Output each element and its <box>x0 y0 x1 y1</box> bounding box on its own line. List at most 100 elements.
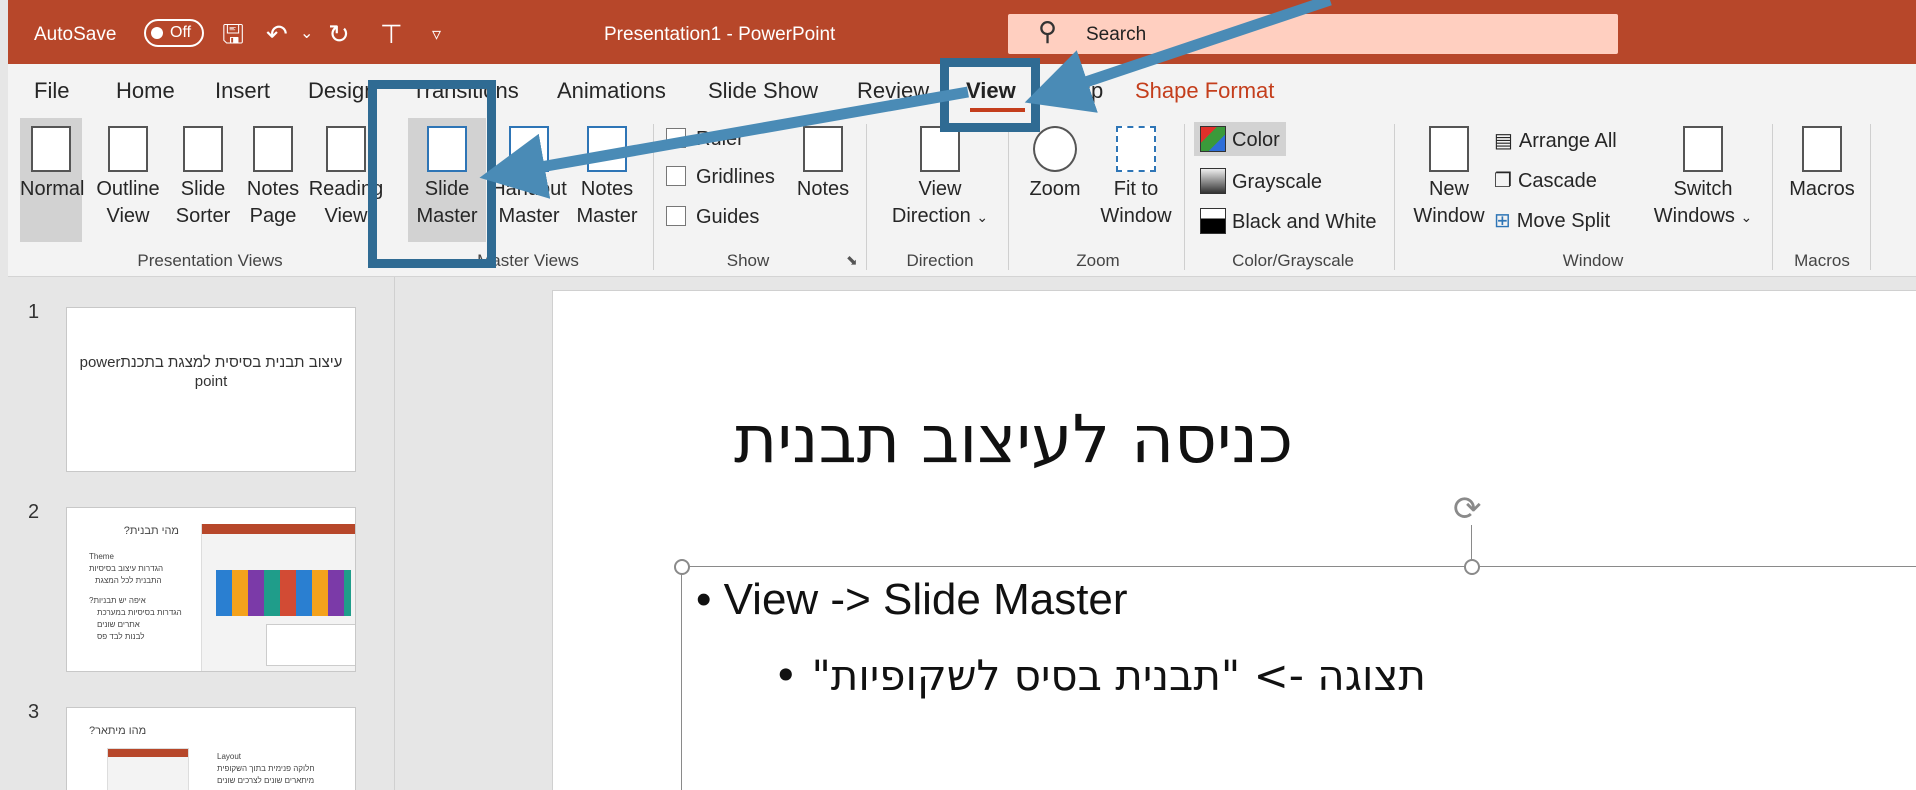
thumbnail-titlebar <box>108 749 188 757</box>
slide-sorter-label: Slide <box>180 178 226 200</box>
ribbon-separator <box>1772 124 1773 270</box>
customize-toolbar-icon[interactable]: ▿ <box>432 18 441 50</box>
ruler-label: Ruler <box>696 128 744 150</box>
thumbnail-theme-gallery <box>216 570 351 616</box>
thumbnail-title: עיצוב תבנית בסיסית למצגת בתכנתpower poin… <box>79 354 343 390</box>
slide-number: 3 <box>28 701 40 723</box>
macros-button[interactable]: Macros <box>1782 118 1862 203</box>
zoom-label: Zoom <box>1029 178 1081 200</box>
outline-view-button[interactable]: Outline View <box>92 118 164 230</box>
thumbnail-line: חלוקה פנימית בתוך השקופית <box>217 764 315 773</box>
magnifier-icon <box>1033 126 1077 172</box>
arrange-all-button[interactable]: ▤ Arrange All <box>1494 128 1617 153</box>
content-placeholder[interactable]: • View -> Slide Master תצוגה -> "תבנית ב… <box>674 559 1916 790</box>
tab-design[interactable]: Design <box>308 78 376 104</box>
cascade-button[interactable]: ❐ Cascade <box>1494 168 1597 193</box>
notes-page-button[interactable]: Notes Page <box>242 118 304 230</box>
normal-view-button[interactable]: Normal <box>20 118 84 242</box>
notes-page-label-2: Page <box>249 205 297 227</box>
ribbon-separator <box>1008 124 1009 270</box>
notes-master-button[interactable]: Notes Master <box>568 118 646 230</box>
slide-title[interactable]: כניסה לעיצוב תבנית <box>693 401 1293 478</box>
autosave-state: Off <box>170 24 192 41</box>
redo-icon[interactable]: ↻ <box>328 18 350 50</box>
tab-slide-show[interactable]: Slide Show <box>708 78 818 104</box>
handout-master-label: Handout <box>491 178 567 200</box>
bullet-item[interactable]: תצוגה -> "תבנית בסיס לשקופיות" • <box>696 651 1426 700</box>
window-title: Presentation1 - PowerPoint <box>604 24 836 45</box>
ribbon: Normal Outline View Slide Sorter Notes P… <box>8 118 1916 277</box>
save-icon[interactable]: 🖫 <box>222 18 244 50</box>
undo-icon[interactable]: ↶ <box>266 18 288 50</box>
switch-windows-button[interactable]: Switch Windows ⌄ <box>1648 118 1758 231</box>
slide-thumbnail-2[interactable]: מהי תבנית? Theme הגדרות עיצוב בסיסיות הת… <box>66 507 356 672</box>
view-direction-icon <box>920 126 960 172</box>
fit-to-window-button[interactable]: Fit to Window <box>1094 118 1178 230</box>
guides-checkbox[interactable]: Guides <box>666 206 759 229</box>
view-direction-button[interactable]: View Direction ⌄ <box>880 118 1000 231</box>
new-window-label-2: Window <box>1413 205 1485 227</box>
macros-icon <box>1802 126 1842 172</box>
grayscale-button[interactable]: Grayscale <box>1200 168 1322 194</box>
handout-master-button[interactable]: Handout Master <box>490 118 568 230</box>
new-window-button[interactable]: New Window <box>1406 118 1492 230</box>
view-direction-label: View <box>918 178 962 200</box>
resize-handle[interactable] <box>674 559 690 575</box>
autosave-toggle[interactable]: Off <box>144 19 204 47</box>
gridlines-checkbox[interactable]: Gridlines <box>666 166 775 189</box>
tab-animations[interactable]: Animations <box>557 78 666 104</box>
notes-label: Notes <box>796 178 850 200</box>
slide-sorter-button[interactable]: Slide Sorter <box>172 118 234 230</box>
new-window-label: New <box>1428 178 1469 200</box>
tab-shape-format[interactable]: Shape Format <box>1135 78 1274 104</box>
slide-thumbnail-3[interactable]: מהו מיתאר? Layout חלוקה פנימית בתוך השקו… <box>66 707 356 790</box>
resize-handle[interactable] <box>1464 559 1480 575</box>
guides-label: Guides <box>696 206 760 228</box>
ribbon-separator <box>1870 124 1871 270</box>
gridlines-check-box[interactable] <box>666 166 686 186</box>
tab-help[interactable]: Help <box>1058 78 1103 104</box>
thumbnail-line: הגדרות עיצוב בסיסיות <box>89 564 164 573</box>
slide-canvas[interactable]: כניסה לעיצוב תבנית ⟳ • View -> Slide Mas… <box>552 290 1916 790</box>
search-box[interactable]: ⚲ Search <box>1008 14 1618 54</box>
move-split-icon: ⊞ <box>1494 210 1511 232</box>
slide-thumbnail-1[interactable]: עיצוב תבנית בסיסית למצגת בתכנתpower poin… <box>66 307 356 472</box>
toggle-knob <box>151 27 163 39</box>
color-icon <box>1200 126 1226 152</box>
ruler-check-box[interactable] <box>666 128 686 148</box>
search-placeholder: Search <box>1086 24 1147 45</box>
guides-check-box[interactable] <box>666 206 686 226</box>
color-button[interactable]: Color <box>1194 122 1286 156</box>
ruler-checkbox[interactable]: Ruler <box>666 128 744 151</box>
tab-review[interactable]: Review <box>857 78 929 104</box>
slides-pane: 1 עיצוב תבנית בסיסית למצגת בתכנתpower po… <box>8 277 395 790</box>
tab-insert[interactable]: Insert <box>215 78 270 104</box>
undo-dropdown-icon[interactable]: ⌄ <box>300 18 313 50</box>
thumbnail-line: הגדרות בסיסיות במערכת <box>97 608 182 617</box>
move-split-button[interactable]: ⊞ Move Split <box>1494 208 1610 233</box>
tab-home[interactable]: Home <box>116 78 175 104</box>
tab-file[interactable]: File <box>34 78 69 104</box>
rotate-handle-icon[interactable]: ⟳ <box>1453 489 1482 529</box>
slide-number: 2 <box>28 501 40 523</box>
ribbon-separator <box>1394 124 1395 270</box>
group-color-grayscale: Color/Grayscale <box>1232 251 1354 270</box>
black-white-button[interactable]: Black and White <box>1200 208 1377 234</box>
thumbnail-line: Layout <box>217 752 242 761</box>
chevron-down-icon: ⌄ <box>976 209 989 225</box>
present-icon[interactable]: ⊤ <box>380 18 403 50</box>
notes-button[interactable]: Notes <box>790 118 856 203</box>
thumbnail-line: לבנות לבד פס <box>97 632 145 641</box>
thumbnail-title: מהי תבנית? <box>123 525 179 537</box>
notes-icon <box>803 126 843 172</box>
fit-label: Fit to <box>1113 178 1159 200</box>
highlight-box-view-tab <box>940 58 1040 132</box>
group-window: Window <box>1562 251 1624 270</box>
thumbnail-titlebar <box>202 524 355 534</box>
ribbon-separator <box>866 124 867 270</box>
notes-master-label: Notes <box>580 178 634 200</box>
search-icon: ⚲ <box>1038 16 1058 46</box>
dialog-launcher-icon[interactable]: ⬊ <box>846 252 858 269</box>
bullet-item[interactable]: • View -> Slide Master <box>696 575 1128 625</box>
slide-sorter-label-2: Sorter <box>175 205 231 227</box>
